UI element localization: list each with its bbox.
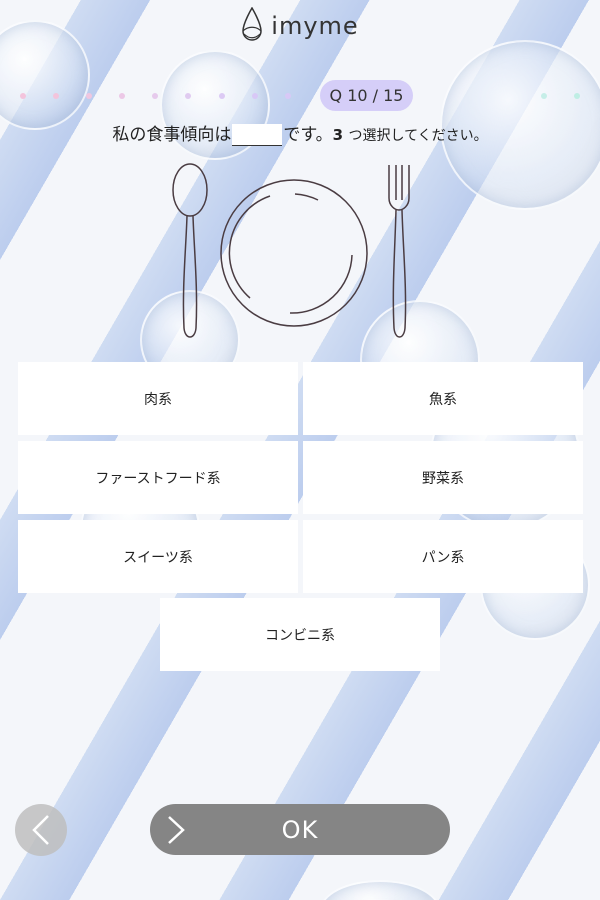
water-drop-icon xyxy=(242,7,263,41)
progress-dot xyxy=(574,93,580,99)
option-vegetable[interactable]: 野菜系 xyxy=(303,441,583,514)
ok-label: OK xyxy=(281,815,319,844)
option-label: コンビニ系 xyxy=(265,627,335,644)
option-convenience-store[interactable]: コンビニ系 xyxy=(160,598,440,671)
question-instruction: つ選択してください。 xyxy=(348,128,488,144)
question-prefix: 私の食事傾向は xyxy=(112,125,232,145)
progress-dot xyxy=(86,93,92,99)
progress-dot xyxy=(152,93,158,99)
progress-dot xyxy=(219,93,225,99)
option-label: パン系 xyxy=(421,549,465,566)
question-text: 私の食事傾向は です。3 つ選択してください。 xyxy=(0,120,600,146)
progress-dot xyxy=(252,93,258,99)
option-fast-food[interactable]: ファーストフード系 xyxy=(18,441,298,514)
selection-count: 3 xyxy=(332,126,344,144)
option-label: ファーストフード系 xyxy=(95,470,221,487)
progress-dot xyxy=(20,93,26,99)
option-sweets[interactable]: スイーツ系 xyxy=(18,520,298,593)
back-button[interactable] xyxy=(15,804,67,856)
option-label: 肉系 xyxy=(144,391,172,408)
progress-dot xyxy=(185,93,191,99)
question-number-badge: Q 10 / 15 xyxy=(320,80,413,111)
progress-dot xyxy=(285,93,291,99)
app-logo: imyme xyxy=(0,6,600,46)
glass-decoration xyxy=(320,880,440,900)
chevron-left-icon xyxy=(32,815,49,845)
question-suffix: です。 xyxy=(283,125,333,145)
option-label: 魚系 xyxy=(429,391,457,408)
option-label: 野菜系 xyxy=(422,470,464,487)
answer-blank xyxy=(232,124,283,146)
chevron-right-icon xyxy=(168,816,185,844)
option-bread[interactable]: パン系 xyxy=(303,520,583,593)
progress-dot xyxy=(119,93,125,99)
progress-dot xyxy=(541,93,547,99)
question-number-label: Q 10 / 15 xyxy=(329,86,404,105)
option-label: スイーツ系 xyxy=(123,549,193,566)
logo-text: imyme xyxy=(271,12,359,40)
progress-dots xyxy=(0,93,600,99)
option-fish[interactable]: 魚系 xyxy=(303,362,583,435)
ok-button[interactable]: OK xyxy=(150,804,450,855)
spoon-plate-fork-icon xyxy=(172,163,410,338)
progress-dot xyxy=(53,93,59,99)
option-meat[interactable]: 肉系 xyxy=(18,362,298,435)
